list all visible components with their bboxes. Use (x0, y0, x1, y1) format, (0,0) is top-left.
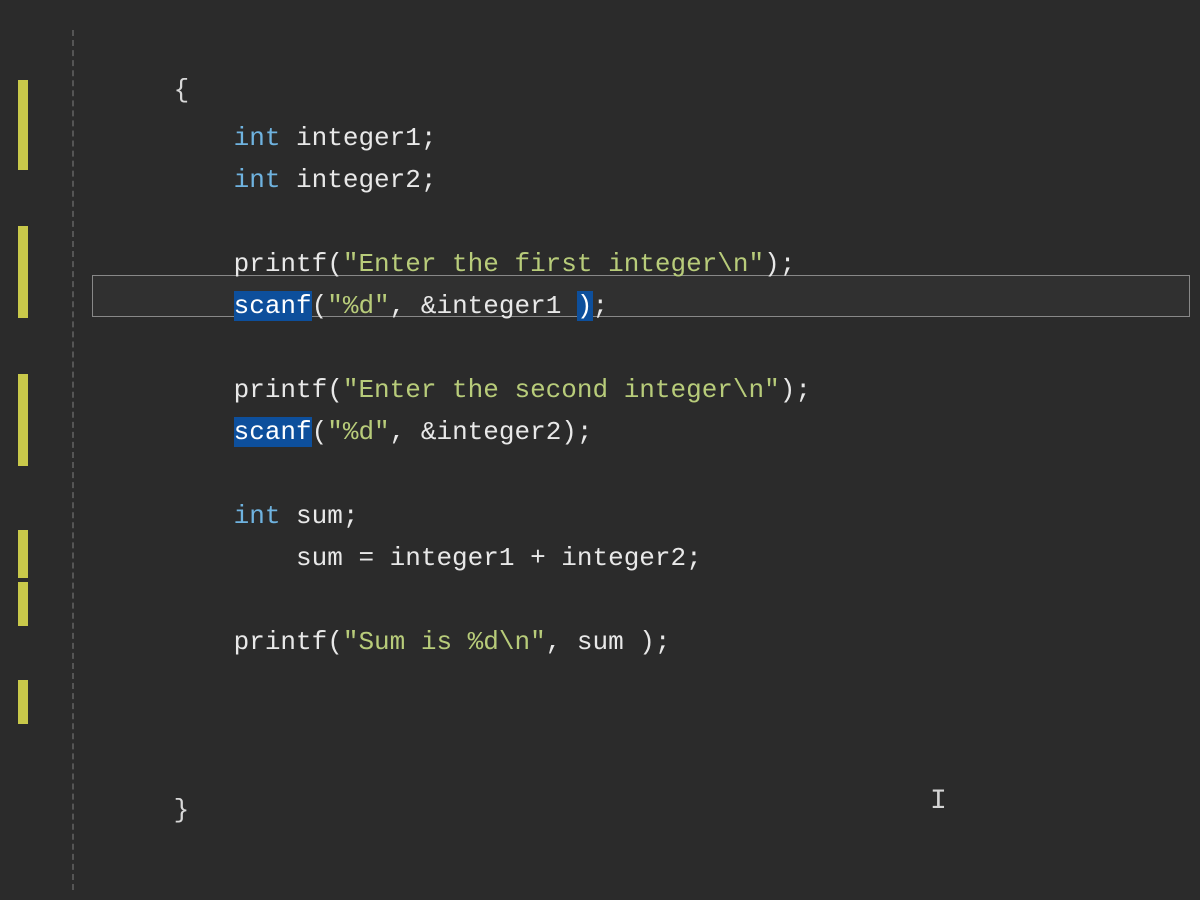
brace-close: } (174, 795, 190, 825)
change-marker (18, 226, 28, 318)
code-line[interactable]: int integer2; (100, 118, 1200, 160)
change-marker (18, 80, 28, 170)
code-line[interactable]: } (80, 748, 1200, 790)
gutter (0, 0, 60, 900)
code-line[interactable]: int integer1; (100, 76, 1200, 118)
blank-line[interactable] (100, 160, 1200, 202)
code-line[interactable]: sum = integer1 + integer2; (100, 496, 1200, 538)
change-marker (18, 530, 28, 578)
code-editor[interactable]: { int integer1; int integer2; printf("En… (0, 0, 1200, 900)
blank-line[interactable] (100, 412, 1200, 454)
code-line[interactable]: printf("Enter the first integer\n"); (100, 202, 1200, 244)
code-line[interactable]: printf("Sum is %d\n", sum ); (100, 580, 1200, 622)
code-line[interactable]: int sum; (100, 454, 1200, 496)
blank-line[interactable] (100, 286, 1200, 328)
blank-line[interactable] (100, 664, 1200, 706)
change-marker (18, 680, 28, 724)
change-marker (18, 582, 28, 626)
code-line-current[interactable]: scanf("%d", &integer1 ); (100, 244, 1200, 286)
code-area[interactable]: { int integer1; int integer2; printf("En… (60, 0, 1200, 900)
code-line[interactable]: scanf("%d", &integer2); (100, 370, 1200, 412)
change-marker (18, 374, 28, 466)
blank-line[interactable] (100, 538, 1200, 580)
blank-line[interactable] (100, 706, 1200, 748)
code-line[interactable]: { (80, 28, 1200, 70)
blank-line[interactable] (100, 622, 1200, 664)
text-cursor-icon: I (930, 780, 947, 825)
code-line[interactable]: printf("Enter the second integer\n"); (100, 328, 1200, 370)
